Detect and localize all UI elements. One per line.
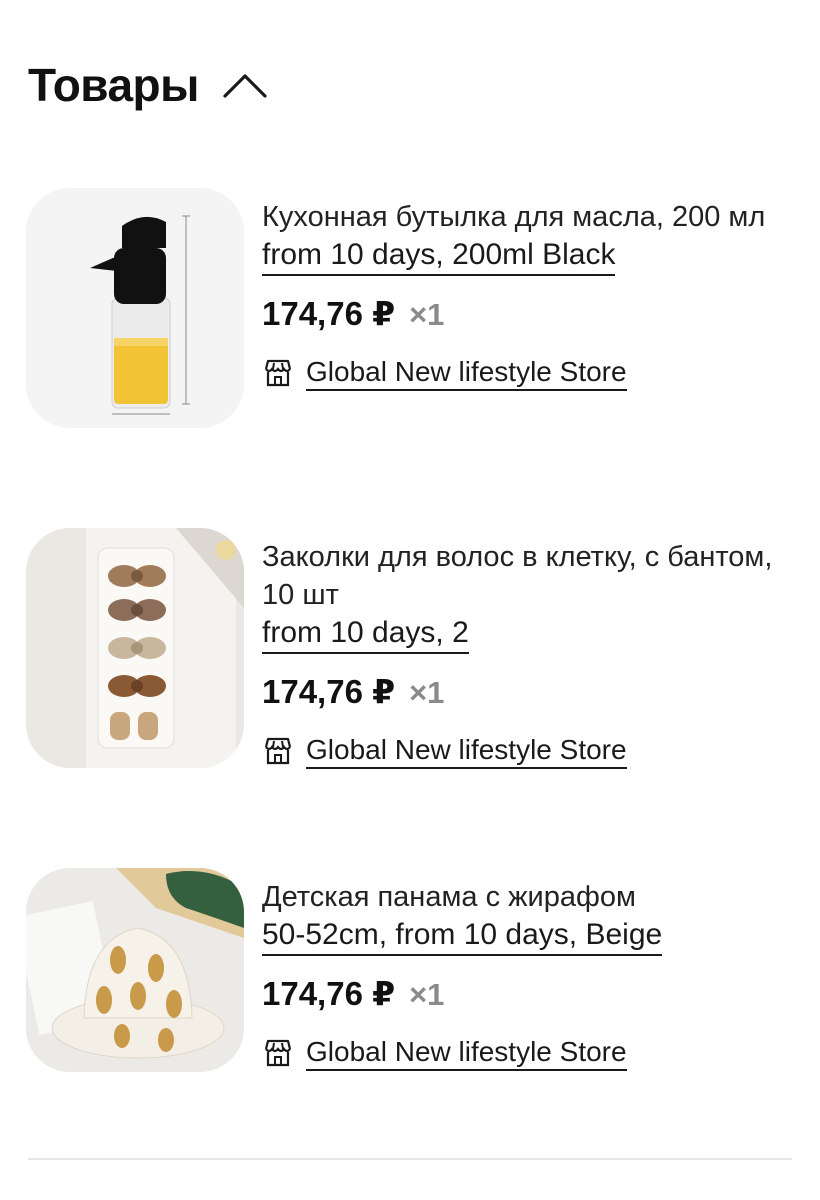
product-item: Заколки для волос в клетку, с бантом, 10…	[26, 528, 796, 778]
product-price: 174,76 ₽	[262, 295, 396, 332]
section-title: Товары	[28, 59, 199, 111]
product-price: 174,76 ₽	[262, 975, 396, 1012]
store-name[interactable]: Global New lifestyle Store	[306, 1035, 627, 1071]
product-image[interactable]	[26, 528, 244, 768]
store-icon	[264, 359, 292, 387]
chevron-up-icon[interactable]	[221, 70, 269, 100]
divider	[28, 1158, 792, 1160]
store-icon	[264, 1039, 292, 1067]
store-icon	[264, 737, 292, 765]
product-title: Заколки для волос в клетку, с бантом, 10…	[262, 541, 773, 611]
store-name[interactable]: Global New lifestyle Store	[306, 733, 627, 769]
oil-bottle-image	[26, 188, 244, 428]
product-variant-link[interactable]: from 10 days, 2	[262, 614, 469, 654]
product-item: Детская панама с жирафом 50-52cm, from 1…	[26, 868, 796, 1118]
product-variant-link[interactable]: 50-52cm, from 10 days, Beige	[262, 916, 663, 956]
product-image[interactable]	[26, 188, 244, 428]
product-price: 174,76 ₽	[262, 673, 396, 710]
product-title: Кухонная бутылка для масла, 200 мл	[262, 201, 766, 233]
store-link[interactable]: Global New lifestyle Store	[262, 355, 782, 391]
product-quantity: ×1	[409, 675, 445, 710]
hair-clips-image	[26, 528, 244, 768]
store-link[interactable]: Global New lifestyle Store	[262, 1035, 782, 1071]
product-title: Детская панама с жирафом	[262, 881, 636, 913]
product-quantity: ×1	[409, 297, 445, 332]
section-toggle[interactable]: Товары	[28, 62, 269, 108]
store-link[interactable]: Global New lifestyle Store	[262, 733, 782, 769]
bucket-hat-image	[26, 868, 244, 1072]
product-variant-link[interactable]: from 10 days, 200ml Black	[262, 236, 616, 276]
product-image[interactable]	[26, 868, 244, 1072]
product-item: Кухонная бутылка для масла, 200 мл from …	[26, 188, 796, 438]
product-quantity: ×1	[409, 977, 445, 1012]
store-name[interactable]: Global New lifestyle Store	[306, 355, 627, 391]
